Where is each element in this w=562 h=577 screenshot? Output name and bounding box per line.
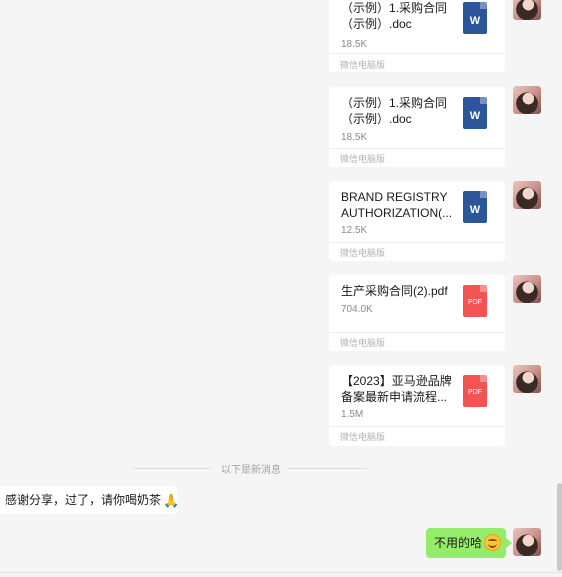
file-source-label: 微信电脑版: [340, 154, 386, 164]
file-size: 18.5K: [341, 39, 368, 50]
card-divider: [329, 426, 505, 427]
card-divider: [329, 242, 505, 243]
file-message-card[interactable]: （示例）1.采购合同 （示例）.doc 18.5K 微信电脑版 W: [329, 0, 505, 72]
file-source-label: 微信电脑版: [340, 60, 386, 70]
file-message-card[interactable]: BRAND REGISTRY AUTHORIZATION(... 12.5K 微…: [329, 181, 505, 261]
new-messages-divider-label: 以下是新消息: [221, 465, 281, 476]
file-name: （示例）1.采购合同 （示例）.doc: [341, 96, 448, 126]
message-text: 感谢分享，过了，请你喝奶茶: [5, 493, 162, 507]
file-size: 1.5M: [341, 409, 364, 420]
file-source-label: 微信电脑版: [340, 432, 386, 442]
file-name: 生产采购合同(2).pdf: [341, 284, 448, 298]
card-divider: [329, 148, 505, 149]
outgoing-message-bubble[interactable]: 不用的哈: [426, 528, 512, 558]
divider-line-left: [133, 468, 211, 469]
avatar[interactable]: [513, 365, 541, 393]
file-message-card[interactable]: （示例）1.采购合同 （示例）.doc 18.5K 微信电脑版 W: [329, 87, 505, 167]
avatar[interactable]: [513, 275, 541, 303]
pdf-file-icon: PDF: [463, 375, 487, 407]
file-source-label: 微信电脑版: [340, 338, 386, 348]
pdf-file-icon: PDF: [463, 285, 487, 317]
file-name: BRAND REGISTRY AUTHORIZATION(...: [341, 190, 453, 220]
smile-emoji-icon: [484, 534, 502, 552]
avatar[interactable]: [513, 528, 541, 556]
card-divider: [329, 332, 505, 333]
file-size: 18.5K: [341, 132, 368, 143]
pray-emoji-icon: 🙏: [163, 492, 180, 508]
file-source-label: 微信电脑版: [340, 248, 386, 258]
message-text: 不用的哈: [434, 536, 483, 550]
card-divider: [329, 53, 505, 54]
chat-scrollbar[interactable]: [557, 483, 562, 571]
word-file-icon: W: [463, 97, 487, 129]
avatar[interactable]: [513, 0, 541, 20]
avatar[interactable]: [513, 86, 541, 114]
file-name: （示例）1.采购合同 （示例）.doc: [341, 1, 448, 31]
word-file-icon: W: [463, 191, 487, 223]
file-size: 704.0K: [341, 304, 373, 315]
file-size: 12.5K: [341, 225, 368, 236]
word-file-icon: W: [463, 2, 487, 34]
file-message-card[interactable]: 【2023】亚马逊品牌 备案最新申请流程... 1.5M 微信电脑版 PDF: [329, 365, 505, 446]
incoming-message-bubble[interactable]: 感谢分享，过了，请你喝奶茶 🙏: [0, 486, 180, 514]
input-area-border: [0, 572, 562, 573]
avatar[interactable]: [513, 181, 541, 209]
file-message-card[interactable]: 生产采购合同(2).pdf 704.0K 微信电脑版 PDF: [329, 275, 505, 351]
file-name: 【2023】亚马逊品牌 备案最新申请流程...: [341, 374, 452, 404]
divider-line-right: [287, 468, 367, 469]
